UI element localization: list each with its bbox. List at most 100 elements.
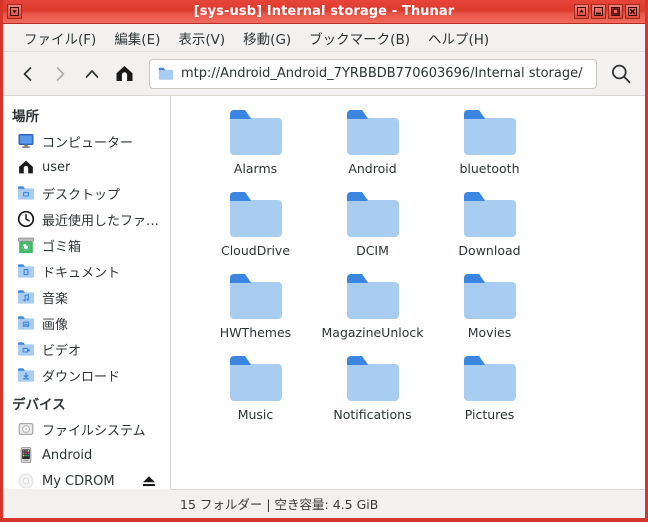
file-item[interactable]: DCIM <box>314 190 431 258</box>
close-icon <box>628 7 637 16</box>
file-item[interactable]: Movies <box>431 272 548 340</box>
main-content: 場所 コンピューター user デスクトップ 最近使用したファ… ゴミ箱 ドキュ… <box>3 96 645 489</box>
sidebar-item-label: 画像 <box>42 317 69 333</box>
parent-button[interactable] <box>77 59 107 89</box>
sidebar-item-pictures[interactable]: 画像 <box>3 310 170 336</box>
search-icon <box>612 64 631 83</box>
sidebar-group-places: 場所 <box>12 109 39 125</box>
file-name: HWThemes <box>219 325 292 340</box>
clock-icon <box>17 210 35 228</box>
minimize-icon <box>594 7 603 16</box>
sidebar-item-videos[interactable]: ビデオ <box>3 336 170 362</box>
sidebar-item-desktop[interactable]: デスクトップ <box>3 180 170 206</box>
folder-icon <box>229 110 282 155</box>
file-name: Download <box>458 243 521 258</box>
sidebar-item-filesystem[interactable]: ファイルシステム <box>3 416 170 442</box>
chevron-right-icon <box>56 66 65 81</box>
file-item[interactable]: HWThemes <box>197 272 314 340</box>
menu-file[interactable]: ファイル(F) <box>15 25 105 51</box>
folder-icon <box>463 192 516 237</box>
file-name: Pictures <box>464 407 515 422</box>
shade-button[interactable] <box>574 4 589 19</box>
sidebar-item-label: ダウンロード <box>42 369 121 385</box>
sidebar-item-cdrom[interactable]: My CDROM <box>3 468 170 489</box>
computer-icon <box>17 132 35 150</box>
sidebar-item-label: ビデオ <box>42 343 82 359</box>
shade-icon <box>577 7 586 16</box>
file-name: CloudDrive <box>220 243 291 258</box>
statusbar: 15 フォルダー | 空き容量: 4.5 GiB <box>171 489 645 517</box>
sidebar-item-user[interactable]: user <box>3 154 170 180</box>
forward-button[interactable] <box>45 59 75 89</box>
menu-bookmarks[interactable]: ブックマーク(B) <box>300 25 419 51</box>
path-entry[interactable]: mtp://Android_Android_7YRBBDB770603696/I… <box>149 58 597 89</box>
sidebar-item-label: ファイルシステム <box>42 423 146 439</box>
sidebar-group-devices: デバイス <box>12 397 66 413</box>
sidebar-item-label: Android <box>42 447 93 463</box>
file-item[interactable]: MagazineUnlock <box>314 272 431 340</box>
titlebar[interactable]: [sys-usb] Internal storage - Thunar <box>3 0 645 24</box>
sidebar-item-recent[interactable]: 最近使用したファ… <box>3 206 170 232</box>
file-item[interactable]: Music <box>197 354 314 422</box>
maximize-button[interactable] <box>608 4 623 19</box>
file-item[interactable]: CloudDrive <box>197 190 314 258</box>
home-button[interactable] <box>109 59 139 89</box>
folder-desktop-icon <box>17 184 35 202</box>
sidebar-item-label: コンピューター <box>42 135 134 151</box>
folder-icon <box>346 274 399 319</box>
file-item[interactable]: Pictures <box>431 354 548 422</box>
sidebar-item-download[interactable]: ダウンロード <box>3 362 170 388</box>
file-name: bluetooth <box>459 161 520 176</box>
close-button[interactable] <box>625 4 640 19</box>
sidebar-item-documents[interactable]: ドキュメント <box>3 258 170 284</box>
sidebar-item-android[interactable]: Android <box>3 442 170 468</box>
eject-icon[interactable] <box>140 472 158 489</box>
window-menu-button[interactable] <box>7 4 22 19</box>
folder-pictures-icon <box>17 314 35 332</box>
sidebar[interactable]: 場所 コンピューター user デスクトップ 最近使用したファ… ゴミ箱 ドキュ… <box>3 96 171 489</box>
file-name: Notifications <box>333 407 412 422</box>
menu-help[interactable]: ヘルプ(H) <box>419 25 498 51</box>
home-icon <box>116 66 132 81</box>
menu-view[interactable]: 表示(V) <box>169 25 234 51</box>
folder-videos-icon <box>17 340 35 358</box>
file-item[interactable]: Alarms <box>197 108 314 176</box>
minimize-button[interactable] <box>591 4 606 19</box>
file-item[interactable]: Android <box>314 108 431 176</box>
harddisk-icon <box>17 420 35 438</box>
cdrom-icon <box>17 472 35 489</box>
folder-icon <box>463 274 516 319</box>
sidebar-item-trash[interactable]: ゴミ箱 <box>3 232 170 258</box>
menu-go[interactable]: 移動(G) <box>234 25 300 51</box>
chevron-up-icon <box>85 69 99 78</box>
file-item[interactable]: Download <box>431 190 548 258</box>
sidebar-item-label: 最近使用したファ… <box>42 213 160 229</box>
file-view[interactable]: Alarms Android bluetooth CloudDrive DCIM… <box>171 96 645 489</box>
back-button[interactable] <box>13 59 43 89</box>
file-name: MagazineUnlock <box>321 325 424 340</box>
sidebar-item-label: user <box>42 159 71 175</box>
menubar: ファイル(F) 編集(E) 表示(V) 移動(G) ブックマーク(B) ヘルプ(… <box>3 24 645 52</box>
folder-music-icon <box>17 288 35 306</box>
trash-icon <box>17 236 35 254</box>
search-button[interactable] <box>605 58 637 90</box>
folder-icon <box>346 356 399 401</box>
file-name: Movies <box>467 325 512 340</box>
file-item[interactable]: bluetooth <box>431 108 548 176</box>
menu-edit[interactable]: 編集(E) <box>105 25 169 51</box>
sidebar-item-label: デスクトップ <box>42 187 121 203</box>
file-item[interactable]: Notifications <box>314 354 431 422</box>
window-controls <box>573 4 641 19</box>
chevron-left-icon <box>23 66 32 81</box>
toolbar: mtp://Android_Android_7YRBBDB770603696/I… <box>3 52 645 96</box>
folder-download-icon <box>17 366 35 384</box>
folder-icon <box>346 110 399 155</box>
sidebar-item-music[interactable]: 音楽 <box>3 284 170 310</box>
sidebar-item-computer[interactable]: コンピューター <box>3 128 170 154</box>
sidebar-item-label: ゴミ箱 <box>42 239 82 255</box>
sidebar-item-label: ドキュメント <box>42 265 121 281</box>
status-text: 15 フォルダー | 空き容量: 4.5 GiB <box>180 497 379 512</box>
folder-icon <box>158 67 174 80</box>
folder-icon <box>229 192 282 237</box>
file-name: Android <box>348 161 397 176</box>
